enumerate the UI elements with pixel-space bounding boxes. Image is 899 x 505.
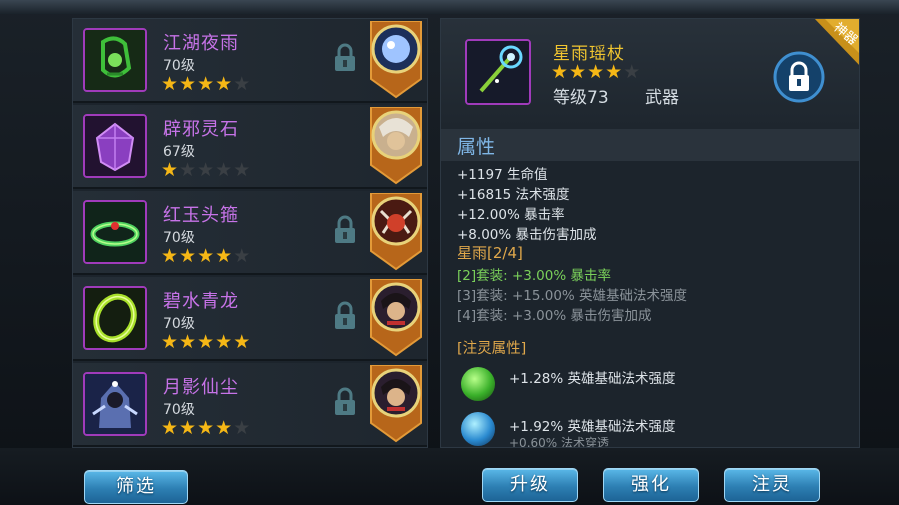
- star-filled-icon: ★: [215, 417, 234, 439]
- star-filled-icon: ★: [215, 245, 234, 267]
- item-detail-panel: 星雨瑶杖 ★★★★★ 等级73 武器 神器 属性 +1197 生命值 +1681…: [440, 18, 860, 448]
- blue-spirit-portrait-icon[interactable]: [369, 21, 423, 99]
- infuse-line: +1.28% 英雄基础法术强度: [509, 371, 676, 387]
- star-empty-icon: ★: [215, 159, 234, 181]
- star-empty-icon: ★: [233, 73, 252, 95]
- star-empty-icon: ★: [623, 61, 642, 83]
- attribute-line: +12.00% 暴击率: [457, 207, 565, 223]
- item-stars: ★★★★★: [161, 245, 251, 267]
- infuse-title: [注灵属性]: [457, 341, 527, 357]
- list-item[interactable]: 碧水青龙 70级 ★★★★★: [73, 277, 427, 361]
- item-name: 辟邪灵石: [163, 119, 239, 140]
- hooded-mage-icon: [83, 372, 147, 436]
- attribute-line: +16815 法术强度: [457, 187, 570, 203]
- item-level: 70级: [163, 58, 195, 74]
- star-filled-icon: ★: [197, 245, 216, 267]
- grey-haired-hero-portrait-icon[interactable]: [369, 107, 423, 185]
- top-border: [0, 0, 899, 14]
- upgrade-button[interactable]: 升级: [482, 468, 578, 502]
- detail-header: 星雨瑶杖 ★★★★★ 等级73 武器 神器: [441, 19, 859, 129]
- enhance-button[interactable]: 强化: [603, 468, 699, 502]
- star-empty-icon: ★: [179, 159, 198, 181]
- star-filled-icon: ★: [233, 331, 252, 353]
- star-empty-icon: ★: [233, 159, 252, 181]
- star-empty-icon: ★: [197, 159, 216, 181]
- set-bonus-line: [3]套装: +15.00% 英雄基础法术强度: [457, 288, 688, 304]
- star-filled-icon: ★: [587, 61, 606, 83]
- star-filled-icon: ★: [197, 73, 216, 95]
- item-stars: ★★★★★: [161, 73, 251, 95]
- star-filled-icon: ★: [215, 73, 234, 95]
- green-pendant-icon: [83, 28, 147, 92]
- item-name: 红玉头箍: [163, 205, 239, 226]
- list-item[interactable]: 江湖夜雨 70级 ★★★★★: [73, 19, 427, 103]
- item-stars: ★★★★★: [161, 159, 251, 181]
- item-stars: ★★★★★: [551, 61, 641, 83]
- star-empty-icon: ★: [233, 417, 252, 439]
- set-bonus-line: [4]套装: +3.00% 暴击伤害加成: [457, 308, 652, 324]
- warrior-portrait-icon[interactable]: [369, 365, 423, 443]
- infuse-button[interactable]: 注灵: [724, 468, 820, 502]
- list-item[interactable]: 红玉头箍 70级 ★★★★★: [73, 191, 427, 275]
- star-filled-icon: ★: [161, 159, 180, 181]
- red-beast-portrait-icon[interactable]: [369, 193, 423, 271]
- lock-icon[interactable]: [333, 43, 357, 73]
- star-filled-icon: ★: [197, 417, 216, 439]
- lock-icon[interactable]: [333, 215, 357, 245]
- item-level: 70级: [163, 230, 195, 246]
- attributes-header: [441, 129, 859, 161]
- item-stars: ★★★★★: [161, 331, 251, 353]
- star-filled-icon: ★: [215, 331, 234, 353]
- set-title: 星雨[2/4]: [457, 244, 523, 262]
- star-filled-icon: ★: [179, 245, 198, 267]
- equipment-list[interactable]: 江湖夜雨 70级 ★★★★★ 辟邪灵石 67级 ★★★★★ 红玉头箍 70级 ★…: [72, 18, 428, 448]
- green-orb-icon: [461, 367, 495, 401]
- lock-icon[interactable]: [333, 387, 357, 417]
- list-item[interactable]: 辟邪灵石 67级 ★★★★★: [73, 105, 427, 189]
- filter-button[interactable]: 筛选: [84, 470, 188, 504]
- item-name: 江湖夜雨: [163, 33, 239, 54]
- star-filled-icon: ★: [179, 73, 198, 95]
- headband-icon: [83, 200, 147, 264]
- star-filled-icon: ★: [161, 73, 180, 95]
- item-level: 70级: [163, 402, 195, 418]
- star-staff-icon: [465, 39, 531, 105]
- item-level: 70级: [163, 316, 195, 332]
- star-filled-icon: ★: [161, 245, 180, 267]
- item-type: 武器: [645, 88, 679, 108]
- attribute-line: +1197 生命值: [457, 167, 548, 183]
- item-name: 碧水青龙: [163, 291, 239, 312]
- attribute-line: +8.00% 暴击伤害加成: [457, 227, 597, 243]
- attributes-title: 属性: [457, 136, 496, 158]
- star-filled-icon: ★: [569, 61, 588, 83]
- star-filled-icon: ★: [605, 61, 624, 83]
- item-stars: ★★★★★: [161, 417, 251, 439]
- star-filled-icon: ★: [179, 417, 198, 439]
- star-filled-icon: ★: [197, 331, 216, 353]
- star-filled-icon: ★: [551, 61, 570, 83]
- item-level: 67级: [163, 144, 195, 160]
- star-filled-icon: ★: [179, 331, 198, 353]
- lock-icon[interactable]: [333, 301, 357, 331]
- purple-gem-icon: [83, 114, 147, 178]
- warrior-portrait-icon[interactable]: [369, 279, 423, 357]
- infuse-line-partial: +0.60% 法术穿透: [509, 436, 609, 448]
- item-name: 月影仙尘: [163, 377, 239, 398]
- infuse-line: +1.92% 英雄基础法术强度: [509, 419, 676, 435]
- jade-ring-icon: [83, 286, 147, 350]
- list-item[interactable]: 月影仙尘 70级 ★★★★★: [73, 363, 427, 447]
- artifact-tag: 神器: [814, 19, 859, 65]
- star-empty-icon: ★: [233, 245, 252, 267]
- item-level: 等级73: [553, 88, 609, 108]
- set-bonus-line: [2]套装: +3.00% 暴击率: [457, 268, 611, 284]
- blue-orb-icon: [461, 412, 495, 446]
- star-filled-icon: ★: [161, 417, 180, 439]
- star-filled-icon: ★: [161, 331, 180, 353]
